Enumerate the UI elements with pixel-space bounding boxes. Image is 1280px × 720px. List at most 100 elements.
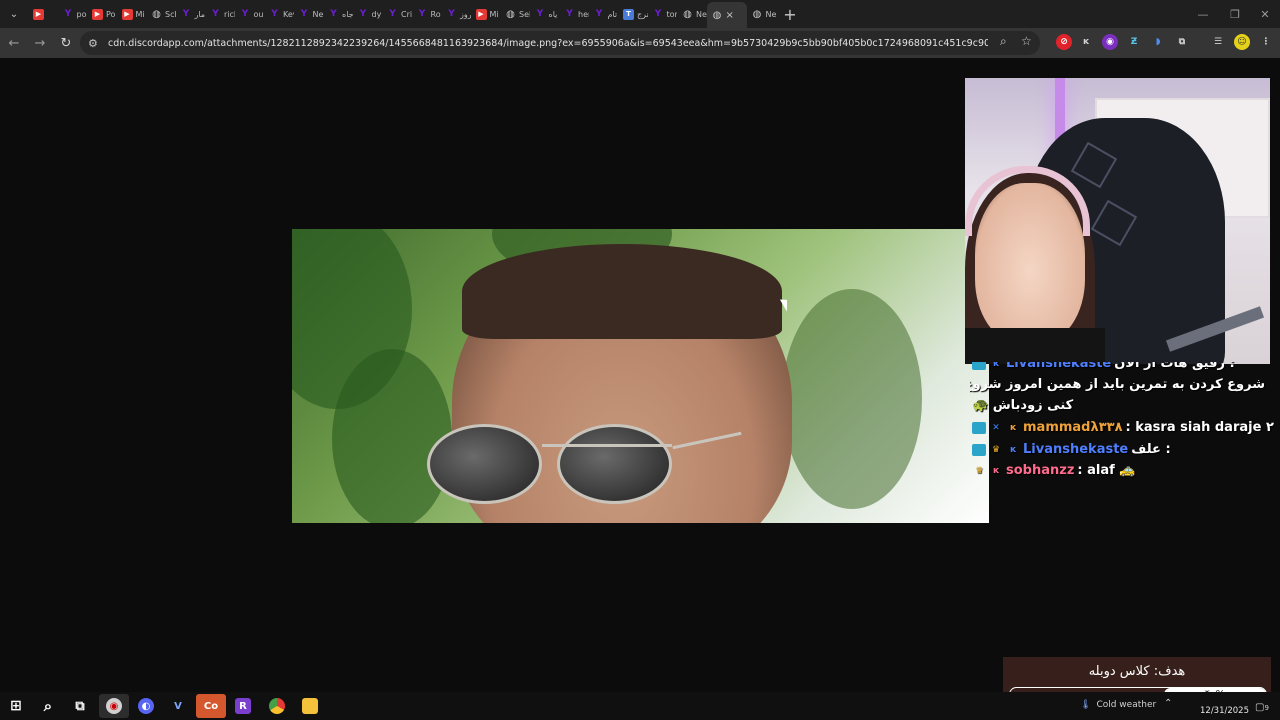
chat-message: کنی زودباش 🐢 [972, 398, 1073, 413]
browser-tab[interactable]: ◍ × [706, 2, 747, 28]
close-tab-icon[interactable]: × [726, 10, 734, 21]
chat-text: : alaf 🚕 [1077, 463, 1136, 478]
browser-tab[interactable]: ◍ Sch [146, 3, 175, 25]
browser-tab[interactable]: Y تام [589, 3, 619, 25]
tab-title: یاه [548, 9, 558, 19]
back-icon[interactable]: ← [2, 31, 26, 55]
translate-icon: T [623, 8, 634, 20]
shared-image [292, 229, 989, 523]
search-icon[interactable]: ⌕ [33, 694, 63, 718]
new-tab-button[interactable]: + [776, 0, 804, 28]
tab-title: جاه [342, 9, 353, 19]
taskbar-date[interactable]: 12/31/2025 [1200, 706, 1249, 716]
browser-tab[interactable]: ◍ Sel [500, 3, 530, 25]
extension-translate-icon[interactable]: Ƶ [1126, 34, 1142, 50]
extension-audio-icon[interactable]: ◗ [1150, 34, 1166, 50]
site-info-icon[interactable]: ⚙ [88, 37, 104, 50]
browser-tab[interactable]: Yher [559, 3, 589, 25]
youtube-icon: ▶ [475, 8, 487, 20]
browser-menu-icon[interactable]: ⋮ [1258, 34, 1274, 50]
weather-widget[interactable]: 🌡 Cold weather [1080, 700, 1156, 710]
browser-tab[interactable]: Y جاه [323, 3, 353, 25]
youtube-icon: ▶ [92, 8, 103, 20]
streamer-webcam [965, 78, 1270, 364]
taskbar-app-chrome-icon[interactable] [262, 694, 292, 718]
browser-tab[interactable]: ◍ Ne [747, 3, 776, 25]
taskbar-app-v-icon[interactable]: V [163, 694, 193, 718]
crown-badge-icon: ♛ [991, 444, 1001, 455]
chat-text: : kasra siah daraje ٢ [1125, 420, 1274, 435]
close-window-icon[interactable]: ✕ [1248, 0, 1280, 28]
globe-icon: ◍ [683, 8, 692, 20]
tab-title: روز [460, 9, 471, 19]
tab-title: dyl [371, 9, 383, 19]
browser-tab[interactable]: Y مار [176, 3, 205, 25]
browser-tab-strip: ⌄ ▶Ypo▶Po▶Mi◍SchYمارYrichYouiYKevYNeYجاه… [0, 0, 1280, 28]
notification-icon[interactable]: ▢9 [1255, 702, 1269, 713]
taskbar-app-screen-recorder-icon[interactable]: ◉ [99, 694, 129, 718]
crown-badge-icon: ♛ [974, 465, 984, 476]
browser-tab[interactable]: ◍ Ne [677, 3, 707, 25]
reading-list-icon[interactable]: ☰ [1210, 34, 1226, 50]
browser-tab[interactable]: Youi [235, 3, 264, 25]
taskbar-app-discord-icon[interactable]: ◐ [131, 694, 161, 718]
tray-chevron-icon[interactable]: ⌃ [1164, 698, 1172, 709]
browser-tab[interactable]: Y Ro [412, 3, 442, 25]
extension-purple-icon[interactable]: ◉ [1102, 34, 1118, 50]
tab-title: Po [106, 9, 116, 19]
browser-tab[interactable]: Ypo [58, 3, 88, 25]
tab-title: Ne [696, 9, 707, 19]
browser-tab[interactable]: Yrich [205, 3, 234, 25]
extension-adblock-icon[interactable]: ⊘ [1056, 34, 1072, 50]
yahoo-icon: Y [64, 9, 72, 19]
bookmark-star-icon[interactable]: ☆ [1021, 34, 1032, 48]
browser-tab[interactable]: ▶ Po [87, 3, 117, 25]
tab-title: Sel [519, 9, 530, 19]
browser-tab[interactable]: Y Cri [382, 3, 411, 25]
address-bar[interactable]: ⚙ cdn.discordapp.com/attachments/1282112… [80, 31, 1040, 55]
browser-tab[interactable]: Y Ne [294, 3, 323, 25]
goal-title: هدف: کلاس دوبله [1088, 664, 1186, 679]
browser-tab[interactable]: Y یاه [530, 3, 560, 25]
minimize-icon[interactable]: — [1186, 0, 1220, 28]
yahoo-icon: Y [300, 9, 308, 19]
chat-message: ♛ ᴋ sobhanzz : alaf 🚕 [972, 463, 1136, 478]
browser-tab[interactable]: Ydyl [353, 3, 383, 25]
yahoo-icon: Y [536, 9, 544, 19]
browser-tab[interactable]: Tترج [618, 3, 648, 25]
browser-tab[interactable]: Y Kev [264, 3, 293, 25]
taskbar-app-file-explorer-icon[interactable] [295, 694, 325, 718]
sword-badge-icon: ✕ [992, 422, 1000, 433]
browser-tab[interactable]: ▶ Mi [117, 3, 147, 25]
extensions-puzzle-icon[interactable]: ⧉ [1174, 34, 1190, 50]
k-badge-icon: ᴋ [1010, 422, 1016, 433]
yahoo-icon: Y [359, 9, 367, 19]
tab-title: her [578, 9, 589, 19]
notification-count: 9 [1264, 704, 1269, 712]
tab-title: Ro [430, 9, 441, 19]
taskbar-app-co-icon[interactable]: Co [196, 694, 226, 718]
browser-tab[interactable]: ▶ [28, 3, 58, 25]
k-badge-icon: ᴋ [993, 465, 999, 476]
profile-avatar[interactable]: ☺ [1234, 34, 1250, 50]
tab-search-icon[interactable]: ⌄ [0, 0, 28, 28]
chat-message: ✕ ᴋ mammadλ٣٣٨ : kasra siah daraje ٢ [972, 420, 1274, 435]
taskbar-app-r-icon[interactable]: R [228, 694, 258, 718]
chat-username: Livanshekaste [1006, 362, 1112, 371]
zoom-icon[interactable]: ⌕ [1000, 34, 1007, 49]
browser-tab[interactable]: Y روز [441, 3, 471, 25]
yahoo-icon: Y [654, 9, 662, 19]
task-view-icon[interactable]: ⧉ [65, 694, 95, 718]
browser-tab[interactable]: ▶ Mi [471, 3, 501, 25]
reload-icon[interactable]: ↻ [54, 31, 78, 55]
browser-tab[interactable]: Ytor [648, 3, 677, 25]
start-button[interactable]: ⊞ [1, 694, 31, 718]
maximize-icon[interactable]: ❐ [1218, 0, 1252, 28]
forward-icon[interactable]: → [28, 31, 52, 55]
person-hair [462, 244, 782, 339]
extension-k-icon[interactable]: ᴋ [1078, 34, 1094, 50]
chat-text: کنی زودباش 🐢 [972, 398, 1074, 413]
chat-text: : علف [1131, 442, 1171, 457]
yahoo-icon: Y [182, 9, 190, 19]
k-badge-icon: ᴋ [993, 362, 999, 369]
